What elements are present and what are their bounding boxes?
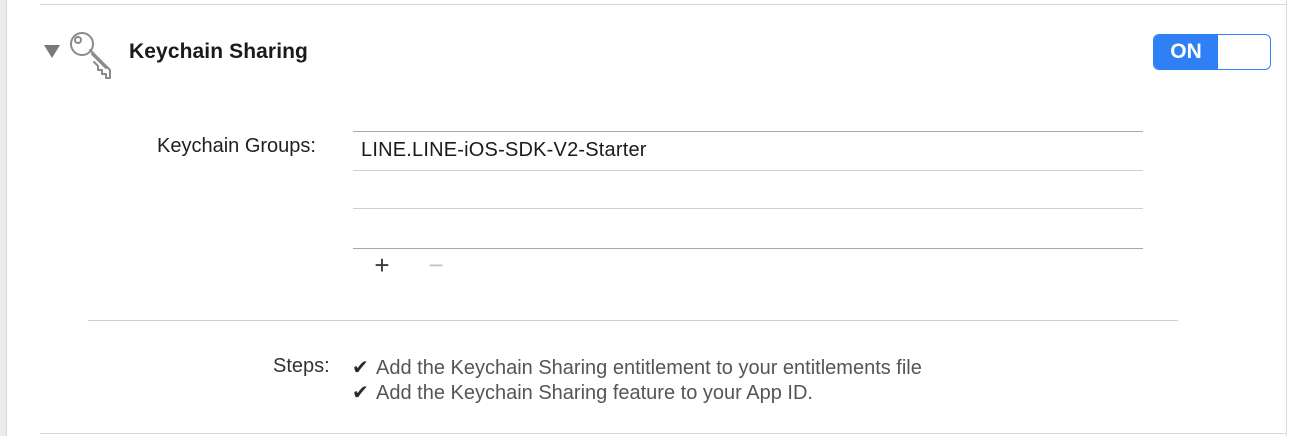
toggle-on-label: ON bbox=[1154, 35, 1218, 69]
steps-divider bbox=[88, 320, 1178, 321]
steps-label: Steps: bbox=[273, 355, 330, 377]
section-bottom-separator bbox=[40, 433, 1286, 434]
remove-group-button[interactable]: − bbox=[422, 252, 450, 278]
step-item: ✔ Add the Keychain Sharing entitlement to… bbox=[352, 355, 922, 380]
step-text: Add the Keychain Sharing entitlement to … bbox=[376, 357, 922, 379]
keychain-groups-label: Keychain Groups: bbox=[157, 135, 316, 157]
key-icon bbox=[70, 32, 111, 79]
step-text: Add the Keychain Sharing feature to your… bbox=[376, 382, 813, 404]
window-right-edge bbox=[1286, 0, 1287, 436]
row-separator bbox=[353, 170, 1143, 171]
checkmark-icon: ✔ bbox=[352, 382, 369, 404]
table-top-border bbox=[353, 131, 1143, 132]
window-left-edge bbox=[0, 0, 7, 436]
keychain-groups-table[interactable]: LINE.LINE-iOS-SDK-V2-Starter bbox=[353, 131, 1143, 249]
checkmark-icon: ✔ bbox=[352, 357, 369, 379]
table-row[interactable]: LINE.LINE-iOS-SDK-V2-Starter bbox=[361, 139, 647, 162]
section-title: Keychain Sharing bbox=[129, 40, 308, 63]
section-top-separator bbox=[40, 4, 1286, 5]
capabilities-panel: Keychain Sharing ON Keychain Groups: LIN… bbox=[0, 0, 1294, 436]
step-item: ✔ Add the Keychain Sharing feature to you… bbox=[352, 380, 813, 405]
capability-toggle[interactable]: ON bbox=[1153, 34, 1271, 70]
add-group-button[interactable]: + bbox=[368, 252, 396, 278]
row-separator bbox=[353, 208, 1143, 209]
disclosure-triangle-icon[interactable] bbox=[44, 45, 60, 58]
table-bottom-border bbox=[353, 248, 1143, 249]
